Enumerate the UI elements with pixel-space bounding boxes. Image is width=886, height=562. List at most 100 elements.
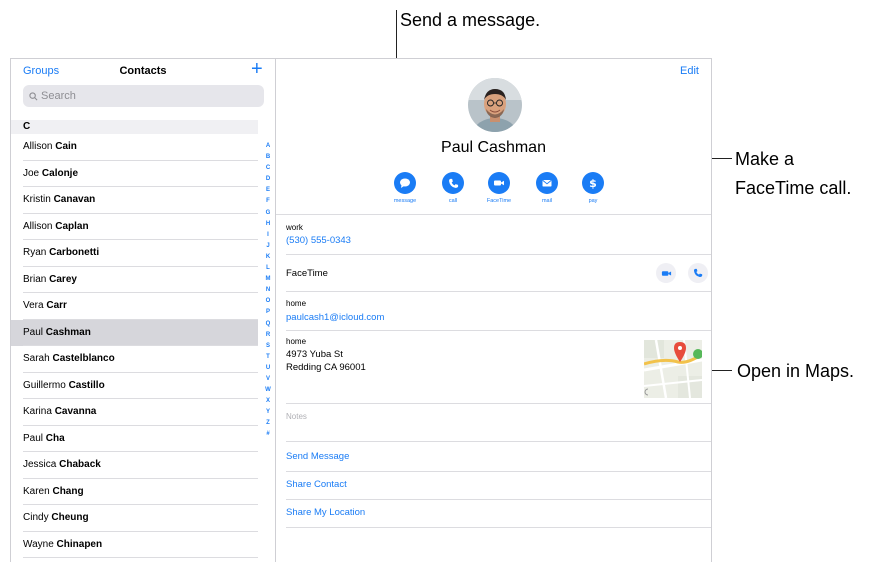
facetime-video-button[interactable] bbox=[656, 263, 676, 283]
contact-row[interactable]: Kristin Canavan bbox=[11, 187, 258, 214]
email-link[interactable]: paulcash1@icloud.com bbox=[286, 312, 384, 323]
facetime-audio-button[interactable] bbox=[688, 263, 708, 283]
index-letter[interactable]: H bbox=[266, 219, 270, 230]
contact-row[interactable]: Allison Caplan bbox=[11, 214, 258, 241]
contact-first-name: Karina bbox=[23, 406, 52, 417]
contact-row[interactable]: Vera Carr bbox=[11, 293, 258, 320]
facetime-action-button[interactable]: FaceTime bbox=[477, 172, 521, 204]
contact-row[interactable]: Paul Cashman bbox=[11, 319, 258, 346]
divider bbox=[286, 330, 711, 331]
index-letter[interactable]: P bbox=[266, 307, 270, 318]
contact-row[interactable]: Joe Calonje bbox=[11, 161, 258, 188]
phone-number-link[interactable]: (530) 555-0343 bbox=[286, 235, 351, 246]
address-label: home bbox=[286, 337, 307, 346]
dollar-icon: $ bbox=[589, 177, 597, 189]
contact-first-name: Brian bbox=[23, 273, 47, 285]
contact-row[interactable]: Wayne Chinapen bbox=[11, 532, 258, 559]
index-letter[interactable]: T bbox=[266, 352, 270, 363]
notes-field[interactable]: Notes bbox=[286, 412, 307, 421]
index-letter[interactable]: K bbox=[266, 252, 270, 263]
call-action-button[interactable]: call bbox=[431, 172, 475, 204]
index-letter[interactable]: # bbox=[266, 429, 269, 440]
contact-row[interactable]: Paul Cha bbox=[11, 426, 258, 453]
index-letter[interactable]: V bbox=[266, 374, 270, 385]
pay-action-label: pay bbox=[588, 198, 598, 204]
search-input[interactable] bbox=[41, 90, 241, 102]
add-contact-button[interactable]: + bbox=[251, 59, 263, 81]
index-letter[interactable]: S bbox=[266, 341, 270, 352]
mail-action-button[interactable]: mail bbox=[525, 172, 569, 204]
index-letter[interactable]: A bbox=[266, 141, 270, 152]
divider bbox=[286, 291, 711, 292]
contact-row[interactable]: Karina Cavanna bbox=[11, 399, 258, 426]
alphabet-index[interactable]: A B C D E F G H I J K L M N O P Q R S T U V W X Y Z # bbox=[261, 141, 275, 441]
facetime-action-label: FaceTime bbox=[486, 198, 512, 204]
index-letter[interactable]: U bbox=[266, 363, 270, 374]
address-line-1: 4973 Yuba St bbox=[286, 349, 343, 360]
index-letter[interactable]: J bbox=[266, 241, 269, 252]
contact-last-name: Cashman bbox=[45, 326, 91, 338]
divider bbox=[276, 214, 711, 215]
contact-first-name: Allison bbox=[23, 220, 53, 232]
divider bbox=[286, 527, 711, 528]
contact-name: Paul Cashman bbox=[441, 139, 546, 156]
send-message-link[interactable]: Send Message bbox=[286, 451, 349, 462]
contact-row[interactable]: Ryan Carbonetti bbox=[11, 240, 258, 267]
search-icon bbox=[29, 91, 38, 100]
pay-action-button[interactable]: $ pay bbox=[571, 172, 615, 204]
divider bbox=[286, 441, 711, 442]
index-letter[interactable]: F bbox=[266, 196, 270, 207]
contact-first-name: Paul bbox=[23, 326, 44, 338]
callout-send-message: Send a message. bbox=[400, 10, 541, 30]
map-thumbnail[interactable] bbox=[644, 340, 702, 398]
index-letter[interactable]: E bbox=[266, 185, 270, 196]
quick-actions: message call FaceTime mail $ pay bbox=[376, 172, 616, 212]
contact-row[interactable]: Allison Cain bbox=[11, 134, 258, 161]
contact-first-name: Paul bbox=[23, 432, 44, 444]
mail-action-label: mail bbox=[541, 198, 553, 204]
divider bbox=[286, 499, 711, 500]
callout-facetime-line2: FaceTime call. bbox=[735, 178, 852, 198]
contact-row[interactable]: Sarah Castelblanco bbox=[11, 346, 258, 373]
index-letter[interactable]: Q bbox=[266, 319, 271, 330]
sidebar-header: Groups Contacts + bbox=[11, 59, 275, 85]
index-letter[interactable]: L bbox=[266, 263, 270, 274]
index-letter[interactable]: B bbox=[266, 152, 270, 163]
divider bbox=[286, 403, 711, 404]
contact-row[interactable]: Guillermo Castillo bbox=[11, 373, 258, 400]
contact-row[interactable]: Brian Carey bbox=[11, 267, 258, 294]
contact-list: Allison Cain Joe Calonje Kristin Canavan Al… bbox=[11, 134, 258, 558]
message-action-button[interactable]: message bbox=[383, 172, 427, 204]
share-my-location-link[interactable]: Share My Location bbox=[286, 507, 365, 518]
contact-row[interactable]: Jessica Chaback bbox=[11, 452, 258, 479]
index-letter[interactable]: D bbox=[266, 174, 270, 185]
contact-row[interactable]: Karen Chang bbox=[11, 479, 258, 506]
sidebar-title: Contacts bbox=[119, 65, 167, 77]
search-bar[interactable] bbox=[23, 85, 264, 107]
contact-row[interactable]: Cindy Cheung bbox=[11, 505, 258, 532]
contact-last-name: Chang bbox=[52, 485, 84, 497]
index-letter[interactable]: Z bbox=[266, 418, 270, 429]
index-letter[interactable]: C bbox=[266, 163, 270, 174]
phone-icon bbox=[448, 178, 458, 188]
contact-first-name: Karen bbox=[23, 485, 50, 497]
index-letter[interactable]: M bbox=[266, 274, 271, 285]
index-letter[interactable]: Y bbox=[266, 407, 270, 418]
contact-last-name: Castillo bbox=[68, 379, 105, 391]
contact-last-name: Cavanna bbox=[54, 406, 97, 417]
contacts-sidebar: Groups Contacts + C Allison CainJoe Calo… bbox=[11, 59, 276, 562]
index-letter[interactable]: X bbox=[266, 396, 270, 407]
index-letter[interactable]: I bbox=[267, 230, 269, 241]
index-letter[interactable]: N bbox=[266, 285, 270, 296]
edit-button[interactable]: Edit bbox=[680, 65, 699, 77]
contact-last-name: Cheung bbox=[51, 512, 89, 523]
index-letter[interactable]: W bbox=[265, 385, 271, 396]
index-letter[interactable]: O bbox=[266, 296, 271, 307]
index-letter[interactable]: G bbox=[266, 208, 271, 219]
contact-last-name: Chinapen bbox=[56, 538, 103, 550]
mail-icon bbox=[542, 180, 552, 187]
share-contact-link[interactable]: Share Contact bbox=[286, 479, 347, 490]
index-letter[interactable]: R bbox=[266, 330, 270, 341]
contacts-app-window: Groups Contacts + C Allison CainJoe Calo… bbox=[10, 58, 712, 562]
contact-first-name: Joe bbox=[23, 167, 40, 179]
